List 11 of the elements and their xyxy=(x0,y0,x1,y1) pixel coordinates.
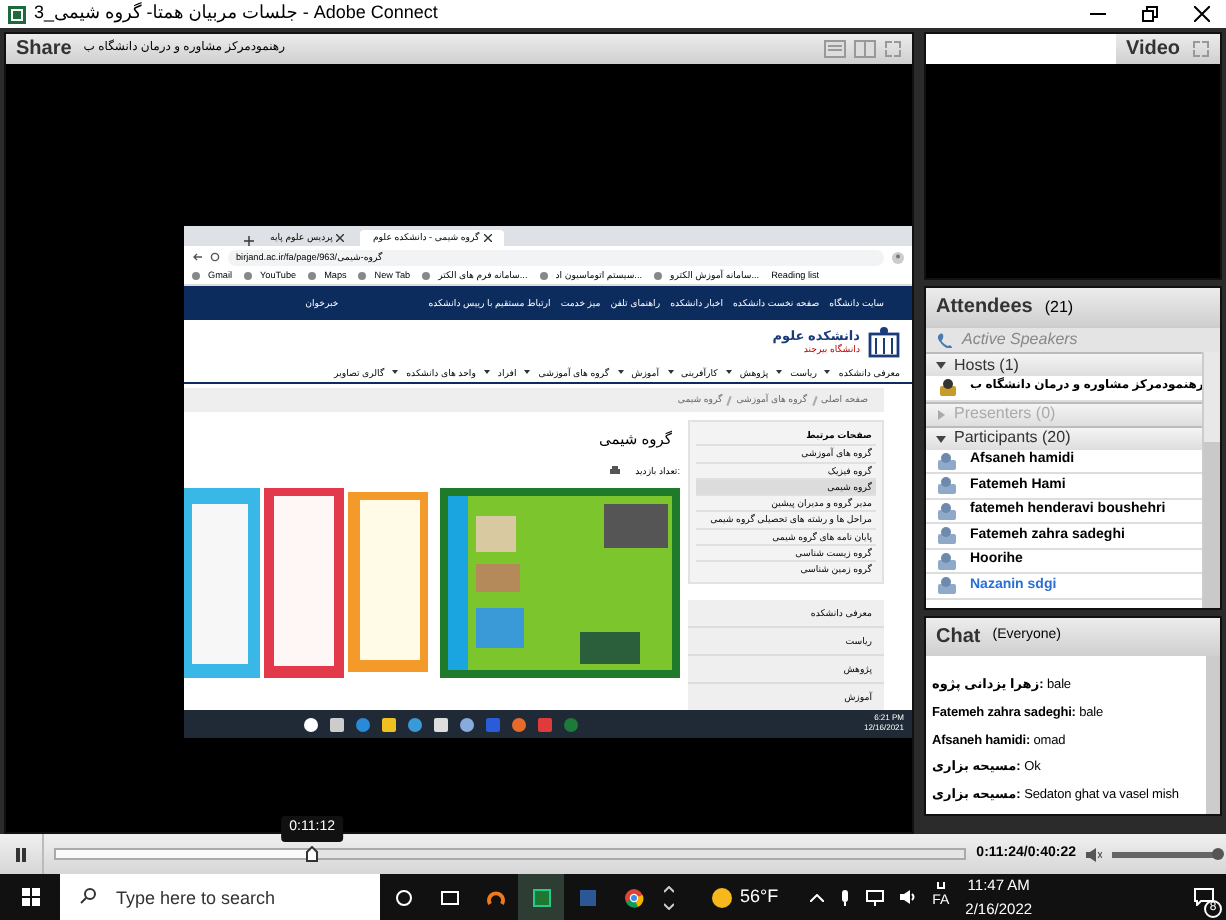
search-field[interactable]: Type here to search xyxy=(60,874,380,920)
group-header[interactable]: Hosts (1) xyxy=(926,352,1202,376)
pod-title: Chat xyxy=(936,624,981,652)
pod-title: Attendees xyxy=(936,294,1033,322)
weather-temperature: 56°F xyxy=(740,883,779,910)
pod-title: Share xyxy=(16,36,72,64)
window-title: جلسات مربیان همتا- گروه شیمی_3 - Adobe Connect xyxy=(34,0,438,27)
group-header[interactable]: Participants (20) xyxy=(926,425,1202,449)
active-speakers-label: Active Speakers xyxy=(962,328,1078,352)
attendee-count: (21) xyxy=(1044,295,1074,319)
pod-title: Video xyxy=(1125,36,1180,64)
